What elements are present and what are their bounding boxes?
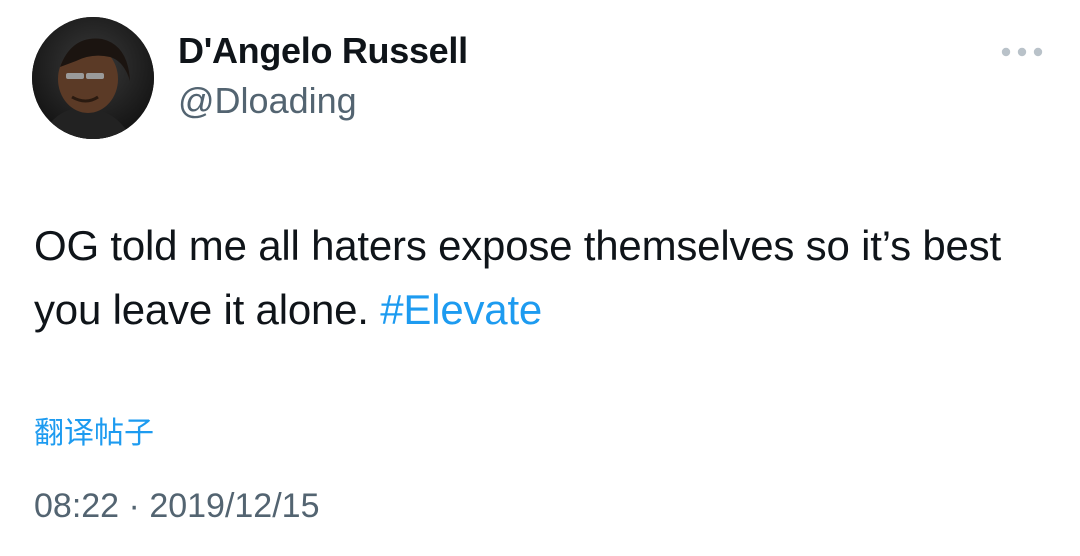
avatar-photo (32, 17, 154, 139)
hashtag-link[interactable]: #Elevate (380, 286, 542, 333)
translate-post-link[interactable]: 翻译帖子 (34, 408, 154, 452)
tweet-date: 2019/12/15 (149, 487, 320, 525)
author-handle[interactable]: @Dloading (178, 80, 357, 122)
tweet-text: OG told me all haters expose themselves … (34, 214, 1054, 342)
avatar[interactable] (32, 17, 154, 139)
tweet-time: 08:22 (34, 487, 120, 525)
more-horizontal-icon (1001, 47, 1043, 57)
tweet-timestamp[interactable]: 08:22 · 2019/12/15 (34, 487, 319, 526)
meta-separator: · (119, 487, 150, 525)
author-display-name[interactable]: D'Angelo Russell (178, 30, 468, 72)
more-options-button[interactable] (998, 38, 1046, 66)
